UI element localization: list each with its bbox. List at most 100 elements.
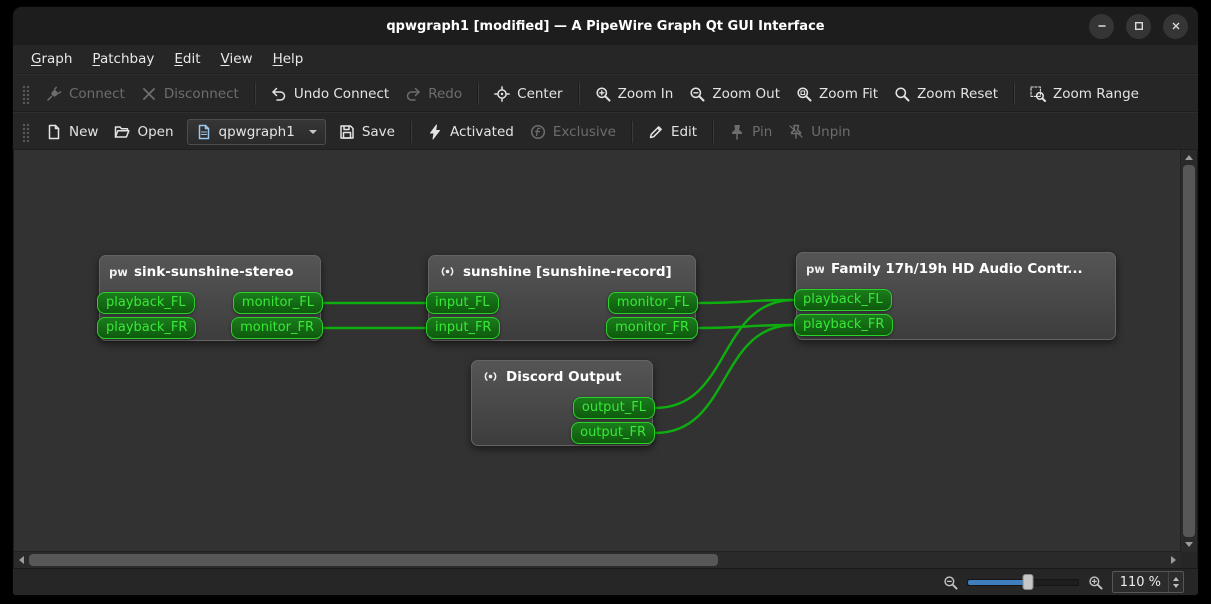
graph-toolbar: ConnectDisconnectUndo ConnectRedoCenterZ… <box>13 74 1198 112</box>
activated-button[interactable]: Activated <box>419 119 522 145</box>
zoom-range-button[interactable]: Zoom Range <box>1022 81 1147 107</box>
zoom-in-icon[interactable] <box>1088 575 1103 590</box>
scroll-left-icon[interactable] <box>19 556 24 564</box>
unpin-button: Unpin <box>780 119 858 145</box>
port-monitor_FR[interactable]: monitor_FR <box>606 317 698 339</box>
connection-wire[interactable] <box>655 325 794 433</box>
spin-down-icon[interactable] <box>1173 584 1179 588</box>
button-label: Zoom Range <box>1053 86 1139 102</box>
horizontal-scroll-handle[interactable] <box>29 554 718 566</box>
audio-node-icon <box>439 263 456 280</box>
menu-view[interactable]: View <box>211 47 263 71</box>
node-family[interactable]: pwFamily 17h/19h HD Audio Contr... playba… <box>796 252 1116 340</box>
scroll-right-icon[interactable] <box>1171 556 1176 564</box>
zoom-slider-knob[interactable] <box>1023 574 1034 590</box>
zoom-slider[interactable] <box>967 579 1079 586</box>
close-button[interactable] <box>1163 14 1188 39</box>
zoom-slider-fill <box>968 580 1029 585</box>
menu-help[interactable]: Help <box>263 47 314 71</box>
menu-patchbay[interactable]: Patchbay <box>82 47 164 71</box>
zoom-spinbox[interactable]: 110 % <box>1112 571 1184 593</box>
toolbar-separator <box>631 121 633 143</box>
port-monitor_FL[interactable]: monitor_FL <box>608 292 698 314</box>
port-playback_FR[interactable]: playback_FR <box>794 314 893 336</box>
svg-text:pw: pw <box>110 265 127 279</box>
port-input_FR[interactable]: input_FR <box>426 317 500 339</box>
button-label: Edit <box>671 124 697 140</box>
exclusive-button: Exclusive <box>522 119 624 145</box>
toolbar-separator <box>254 83 256 105</box>
button-label: Zoom Out <box>712 86 780 102</box>
scroll-up-icon[interactable] <box>1185 155 1193 160</box>
zoom-out-button[interactable]: Zoom Out <box>681 81 788 107</box>
node-title-bar: pwFamily 17h/19h HD Audio Contr... <box>797 253 1115 277</box>
port-playback_FL[interactable]: playback_FL <box>97 292 195 314</box>
qpwgraph1-combo[interactable]: qpwgraph1 <box>187 119 326 145</box>
node-discord[interactable]: Discord Output output_FL output_FR <box>471 360 653 446</box>
node-title: Family 17h/19h HD Audio Contr... <box>831 261 1083 277</box>
toolbar-drag-handle-icon[interactable] <box>22 122 30 142</box>
minimize-icon <box>1096 20 1108 32</box>
port-output_FR[interactable]: output_FR <box>571 422 655 444</box>
menu-edit[interactable]: Edit <box>164 47 210 71</box>
pin-button: Pin <box>721 119 780 145</box>
zoom-reset-button[interactable]: Zoom Reset <box>886 81 1006 107</box>
node-sink[interactable]: pwsink-sunshine-stereoplayback_FLplaybac… <box>99 255 321 341</box>
open-button[interactable]: Open <box>106 119 181 145</box>
button-label: Zoom In <box>618 86 674 102</box>
zoom-fit-button[interactable]: Zoom Fit <box>788 81 886 107</box>
toolbar-drag-handle-icon[interactable] <box>22 84 30 104</box>
file-icon <box>196 124 212 140</box>
node-title-bar: sunshine [sunshine-record] <box>429 256 695 280</box>
vertical-scroll-handle[interactable] <box>1183 165 1195 537</box>
dropdown-arrow-icon <box>309 130 317 134</box>
button-label: Zoom Reset <box>917 86 998 102</box>
zoom-in-button[interactable]: Zoom In <box>587 81 682 107</box>
save-icon <box>339 124 355 140</box>
maximize-button[interactable] <box>1126 14 1151 39</box>
disconnect-icon <box>141 86 157 102</box>
lightning-icon <box>427 124 443 140</box>
button-label: Exclusive <box>553 124 616 140</box>
menubar: GraphPatchbayEditViewHelp <box>13 45 1198 74</box>
graph-canvas[interactable]: pwsink-sunshine-stereoplayback_FLplaybac… <box>14 150 1181 552</box>
spin-arrows[interactable] <box>1168 572 1183 592</box>
redo-icon <box>405 86 421 102</box>
node-title: Discord Output <box>506 369 621 385</box>
button-label: New <box>69 124 98 140</box>
titlebar[interactable]: qpwgraph1 [modified] — A PipeWire Graph … <box>13 7 1198 45</box>
zoom-value[interactable]: 110 % <box>1113 572 1168 592</box>
button-label: Pin <box>752 124 772 140</box>
port-playback_FR[interactable]: playback_FR <box>97 317 196 339</box>
statusbar: 110 % <box>13 568 1198 595</box>
pipewire-icon: pw <box>110 263 127 280</box>
node-sunshine[interactable]: sunshine [sunshine-record] input_FL input_… <box>428 255 696 341</box>
window-title: qpwgraph1 [modified] — A PipeWire Graph … <box>386 19 824 34</box>
button-label: Unpin <box>811 124 850 140</box>
horizontal-scrollbar[interactable] <box>14 551 1181 568</box>
new-file-icon <box>46 124 62 140</box>
port-playback_FL[interactable]: playback_FL <box>794 289 892 311</box>
spin-up-icon[interactable] <box>1173 577 1179 581</box>
save-button[interactable]: Save <box>331 119 403 145</box>
menu-graph[interactable]: Graph <box>21 47 82 71</box>
pin-icon <box>729 124 745 140</box>
port-monitor_FL[interactable]: monitor_FL <box>233 292 323 314</box>
zoom-out-icon[interactable] <box>943 575 958 590</box>
port-input_FL[interactable]: input_FL <box>426 292 499 314</box>
center-button[interactable]: Center <box>486 81 570 107</box>
toolbar-separator <box>712 121 714 143</box>
scroll-down-icon[interactable] <box>1185 542 1193 547</box>
port-output_FL[interactable]: output_FL <box>573 397 655 419</box>
exclusive-icon <box>530 124 546 140</box>
audio-node-icon <box>482 368 499 385</box>
patchbay-toolbar: New Openqpwgraph1Save Activated Exclusive Ed… <box>13 112 1198 150</box>
vertical-scrollbar[interactable] <box>1180 150 1197 552</box>
minimize-button[interactable] <box>1089 14 1114 39</box>
port-monitor_FR[interactable]: monitor_FR <box>231 317 323 339</box>
edit-button[interactable]: Edit <box>640 119 705 145</box>
new-button[interactable]: New <box>38 119 106 145</box>
zoom-out-icon <box>689 86 705 102</box>
undo-connect-button[interactable]: Undo Connect <box>263 81 397 107</box>
undo-icon <box>271 86 287 102</box>
